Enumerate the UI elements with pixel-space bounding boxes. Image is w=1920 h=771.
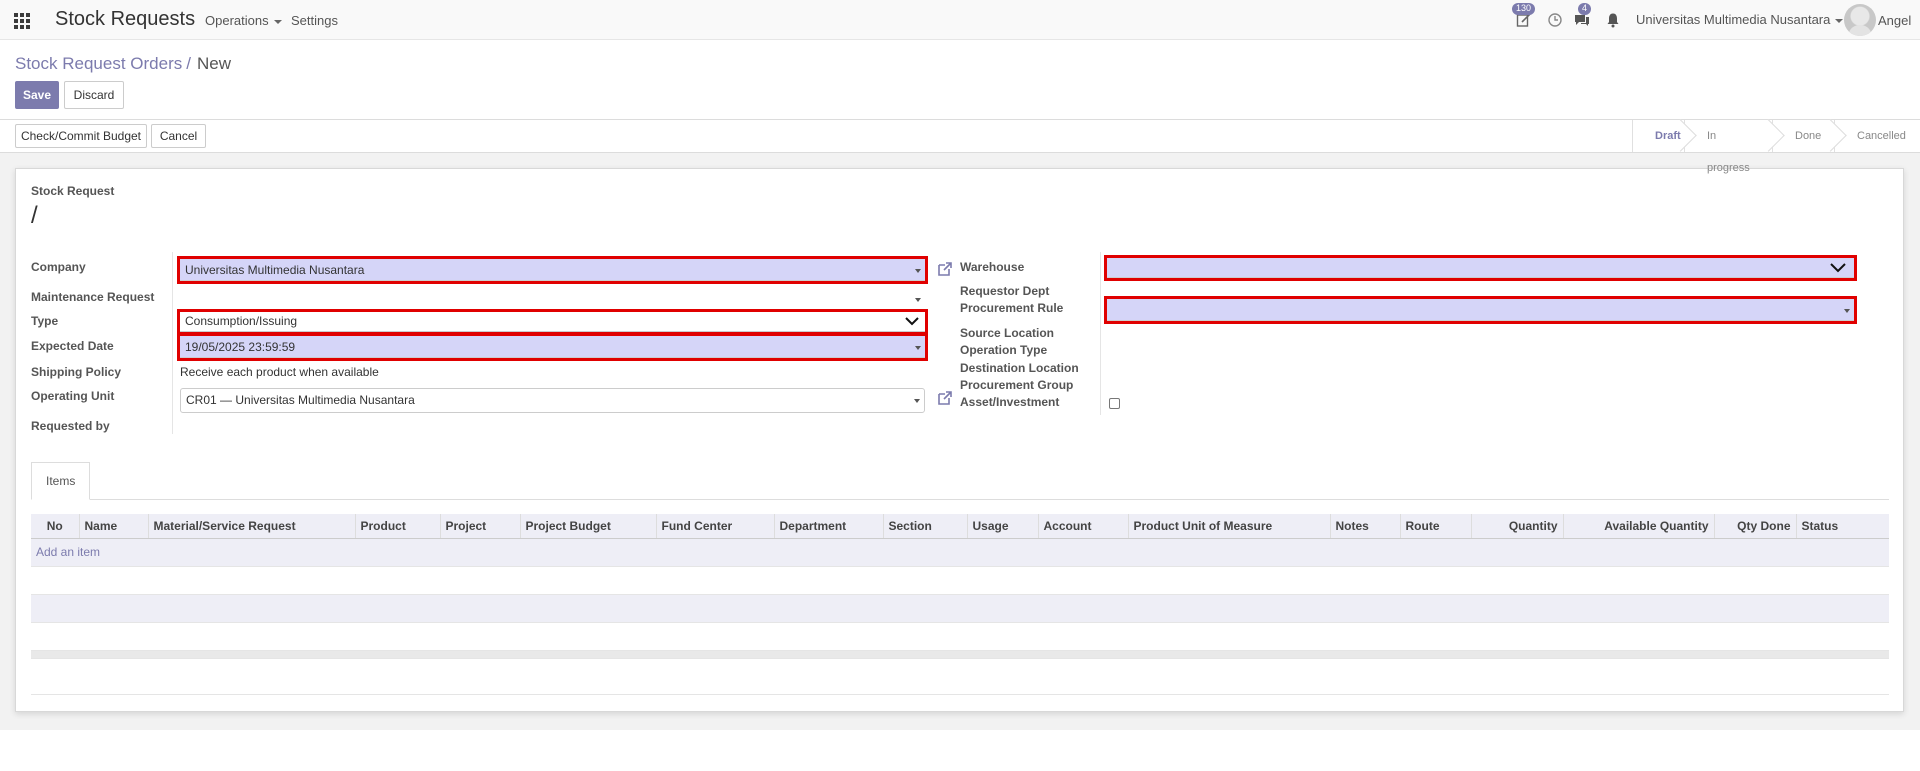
save-button[interactable]: Save [15, 81, 59, 109]
top-navbar: Stock Requests Operations Settings 130 4… [0, 0, 1920, 40]
asset-investment-checkbox[interactable] [1109, 398, 1120, 409]
status-bar: Check/Commit Budget Cancel Draft In prog… [0, 119, 1920, 174]
column-header-notes[interactable]: Notes [1330, 514, 1401, 539]
column-header-name[interactable]: Name [79, 514, 149, 539]
breadcrumb-parent[interactable]: Stock Request Orders [15, 54, 182, 73]
table-row [31, 594, 1889, 623]
column-header-department[interactable]: Department [774, 514, 884, 539]
expected-date-field[interactable]: 19/05/2025 23:59:59 [177, 333, 928, 361]
cancel-button[interactable]: Cancel [151, 124, 206, 148]
chevron-down-icon [915, 346, 921, 350]
column-header-available-quantity[interactable]: Available Quantity [1563, 514, 1715, 539]
warehouse-field[interactable] [1104, 255, 1857, 281]
stock-request-name[interactable]: / [31, 202, 38, 230]
requested-by-label: Requested by [31, 419, 110, 433]
chevron-down-icon [915, 298, 921, 302]
user-name[interactable]: Angel [1878, 13, 1911, 28]
column-header-account[interactable]: Account [1038, 514, 1129, 539]
type-field[interactable]: Consumption/Issuing [177, 309, 928, 335]
procurement-rule-field[interactable] [1104, 296, 1857, 324]
shipping-policy-label: Shipping Policy [31, 365, 122, 379]
menu-operations[interactable]: Operations [205, 13, 282, 28]
column-header-material-service-request[interactable]: Material/Service Request [148, 514, 356, 539]
stock-request-label: Stock Request [31, 184, 115, 198]
check-commit-budget-button[interactable]: Check/Commit Budget [15, 124, 147, 148]
breadcrumb-current: New [196, 54, 231, 73]
stage-cancelled[interactable]: Cancelled [1834, 120, 1920, 152]
table-row [31, 658, 1889, 695]
company-switcher[interactable]: Universitas Multimedia Nusantara [1636, 12, 1844, 27]
chevron-down-icon [1844, 309, 1850, 313]
column-header-project[interactable]: Project [440, 514, 521, 539]
column-divider [1100, 252, 1101, 415]
column-divider [172, 252, 173, 434]
table-row [31, 622, 1889, 651]
procurement-group-label: Procurement Group [960, 378, 1074, 392]
discard-button[interactable]: Discard [64, 81, 124, 109]
asset-investment-label: Asset/Investment [960, 395, 1060, 409]
app-title: Stock Requests [55, 8, 196, 30]
add-item-link[interactable]: Add an item [36, 545, 100, 559]
tab-items[interactable]: Items [31, 462, 91, 500]
chevron-down-icon [273, 19, 282, 24]
apps-grid-icon[interactable] [14, 13, 30, 29]
stage-draft[interactable]: Draft [1632, 120, 1684, 152]
company-field[interactable]: Universitas Multimedia Nusantara [177, 256, 928, 284]
column-header-fund-center[interactable]: Fund Center [656, 514, 775, 539]
items-table: No Name Material/Service Request Product… [31, 514, 1889, 695]
menu-settings[interactable]: Settings [291, 13, 338, 28]
column-header-route[interactable]: Route [1400, 514, 1472, 539]
external-link-icon[interactable] [937, 261, 953, 277]
destination-location-label: Destination Location [960, 361, 1079, 375]
chevron-down-icon [914, 399, 920, 403]
expected-date-label: Expected Date [31, 339, 114, 353]
column-header-quantity[interactable]: Quantity [1471, 514, 1564, 539]
chevron-down-icon [1830, 263, 1846, 273]
table-row [31, 566, 1889, 595]
type-label: Type [31, 314, 59, 328]
operation-type-label: Operation Type [960, 343, 1048, 357]
activity-badge: 130 [1512, 3, 1536, 15]
warehouse-label: Warehouse [960, 260, 1025, 274]
operating-unit-field[interactable]: CR01 — Universitas Multimedia Nusantara [180, 388, 925, 413]
chevron-down-icon [915, 269, 921, 273]
operating-unit-label: Operating Unit [31, 389, 115, 403]
breadcrumb-separator: / [186, 54, 191, 73]
source-location-label: Source Location [960, 326, 1055, 340]
stage-in-progress[interactable]: In progress [1684, 120, 1772, 174]
column-header-qty-done[interactable]: Qty Done [1714, 514, 1797, 539]
bell-icon[interactable] [1605, 12, 1621, 28]
column-header-section[interactable]: Section [883, 514, 968, 539]
procurement-rule-label: Procurement Rule [960, 301, 1064, 315]
requestor-dept-label: Requestor Dept [960, 284, 1050, 298]
maintenance-request-field[interactable] [180, 288, 925, 310]
column-header-no[interactable]: No [31, 514, 80, 539]
table-row-add: Add an item [31, 538, 1889, 567]
tab-divider [31, 499, 1889, 500]
column-header-usage[interactable]: Usage [967, 514, 1039, 539]
table-footer-row [31, 649, 1889, 659]
external-link-icon[interactable] [937, 390, 953, 406]
messages-badge: 4 [1578, 3, 1592, 15]
shipping-policy-value[interactable]: Receive each product when available [180, 365, 379, 379]
breadcrumb: Stock Request Orders / New [15, 54, 231, 74]
column-header-product-uom[interactable]: Product Unit of Measure [1128, 514, 1331, 539]
chevron-down-icon [905, 317, 919, 326]
column-header-project-budget[interactable]: Project Budget [520, 514, 657, 539]
clock-icon[interactable] [1547, 12, 1563, 28]
stage-bar: Draft In progress Done Cancelled [1632, 120, 1920, 174]
user-avatar[interactable] [1844, 4, 1876, 36]
company-label: Company [31, 260, 86, 274]
column-header-status[interactable]: Status [1796, 514, 1889, 539]
column-header-product[interactable]: Product [355, 514, 441, 539]
table-header-row: No Name Material/Service Request Product… [31, 514, 1889, 539]
maintenance-request-label: Maintenance Request [31, 290, 155, 304]
chevron-down-icon [1835, 18, 1844, 23]
